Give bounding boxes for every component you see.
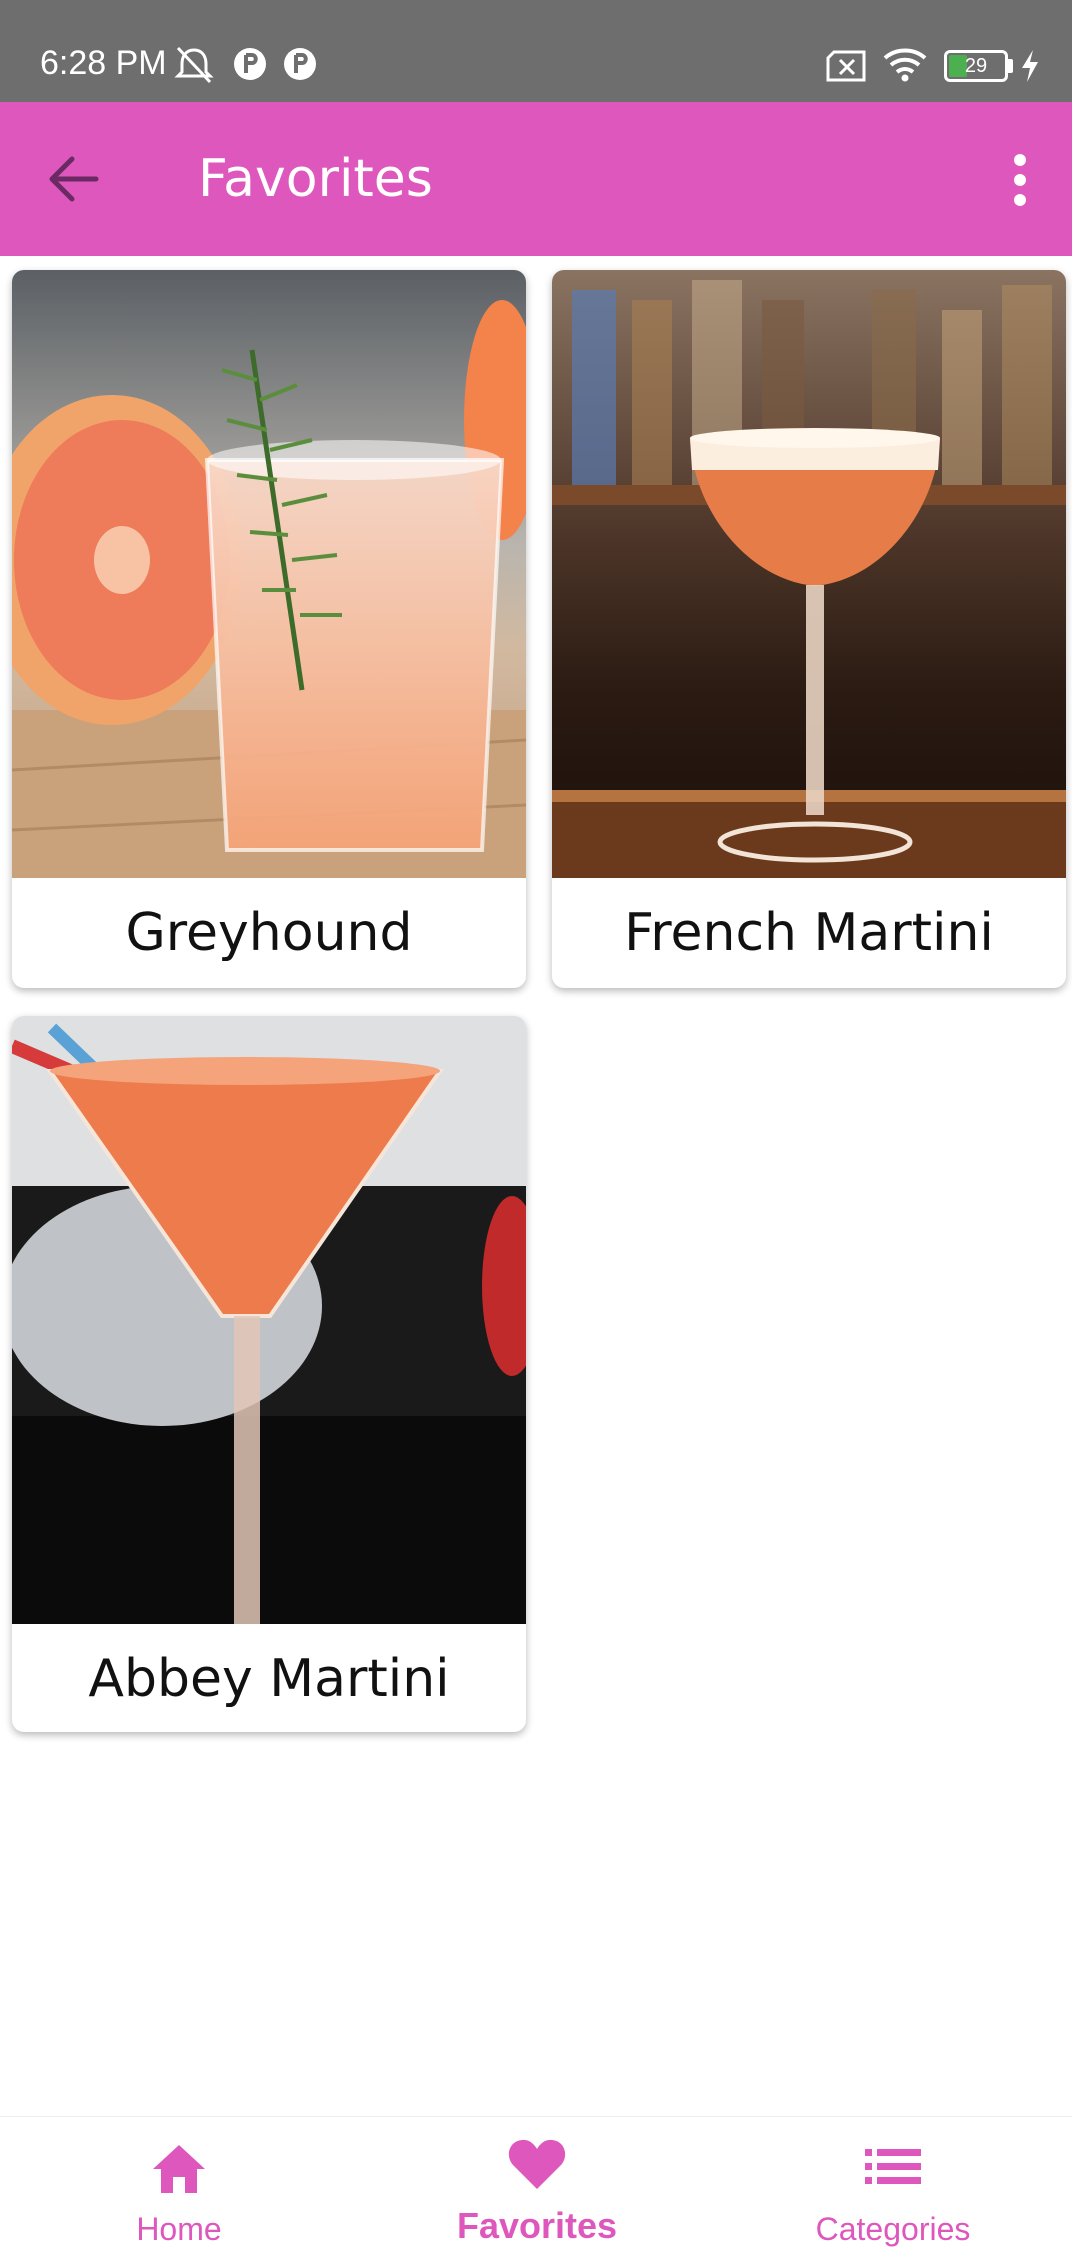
mute-alarm-icon	[174, 46, 214, 84]
app-bar: Favorites	[0, 102, 1072, 256]
app-notification-icon	[284, 48, 316, 80]
nav-label-categories: Categories	[815, 2211, 971, 2247]
cocktail-name: French Martini	[624, 903, 994, 963]
favorite-card-french-martini[interactable]: French Martini	[552, 270, 1066, 988]
nav-item-home[interactable]: Home	[0, 2117, 358, 2256]
heart-icon	[508, 2139, 566, 2189]
more-vert-icon	[1014, 154, 1026, 206]
battery-level: 29	[964, 55, 988, 77]
nav-item-favorites[interactable]: Favorites	[358, 2117, 716, 2256]
bottom-navigation: Home Favorites Categories	[0, 2116, 1072, 2256]
cocktail-name: Abbey Martini	[88, 1649, 450, 1709]
cocktail-name: Greyhound	[125, 903, 413, 963]
status-time: 6:28 PM	[40, 44, 167, 82]
greyhound-image	[12, 270, 526, 878]
battery-icon: 29	[944, 50, 1008, 82]
battery-tip	[1008, 59, 1013, 73]
abbey-martini-image	[12, 1016, 526, 1624]
status-bar: 6:28 PM 29	[0, 0, 1072, 102]
back-button[interactable]	[40, 147, 112, 211]
favorite-card-abbey-martini[interactable]: Abbey Martini	[12, 1016, 526, 1732]
page-title: Favorites	[198, 149, 433, 209]
list-icon	[865, 2149, 921, 2184]
more-options-button[interactable]	[996, 148, 1044, 212]
nav-label-favorites: Favorites	[456, 2205, 618, 2246]
nav-label-home: Home	[136, 2211, 222, 2247]
french-martini-image	[552, 270, 1066, 878]
favorite-card-greyhound[interactable]: Greyhound	[12, 270, 526, 988]
app-notification-icon	[234, 48, 266, 80]
arrow-left-icon	[49, 156, 99, 202]
nav-item-categories[interactable]: Categories	[714, 2117, 1072, 2256]
sim-off-icon	[826, 50, 866, 82]
charging-icon	[1022, 50, 1038, 82]
wifi-icon	[883, 48, 927, 82]
home-icon	[153, 2145, 205, 2193]
